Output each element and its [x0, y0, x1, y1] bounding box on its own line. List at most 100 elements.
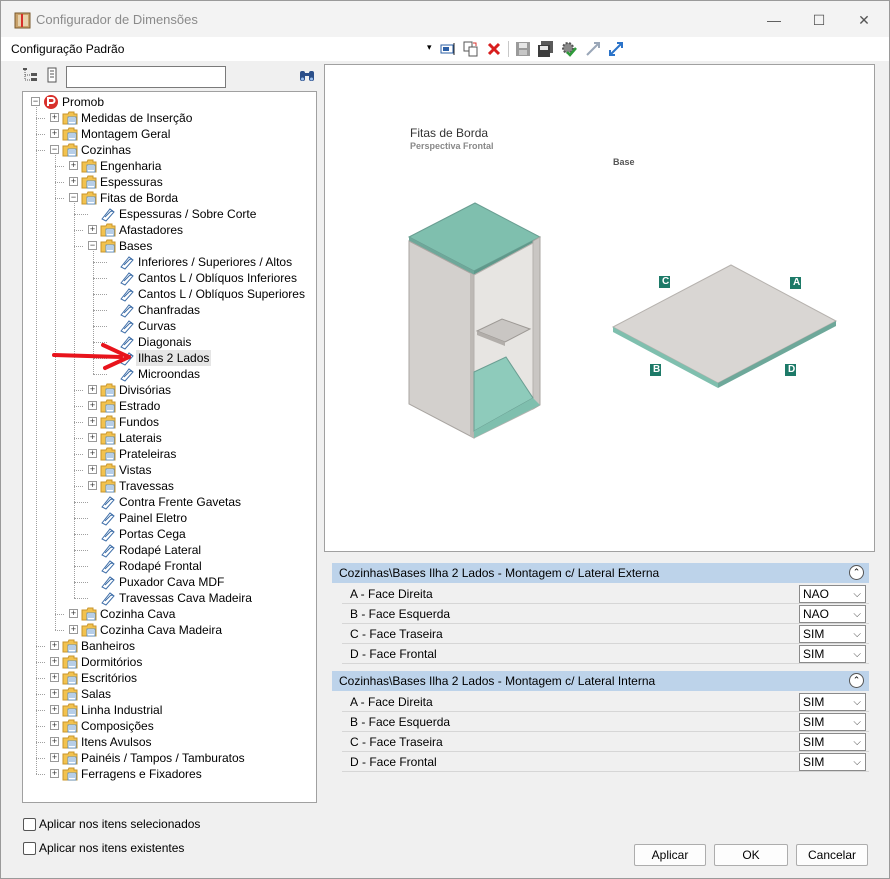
- tree-item[interactable]: + Itens Avulsos: [23, 734, 313, 750]
- tree-item[interactable]: Contra Frente Gavetas: [23, 494, 313, 510]
- tree-item[interactable]: Rodapé Lateral: [23, 542, 313, 558]
- tree-item[interactable]: + Espessuras: [23, 174, 313, 190]
- property-value-select[interactable]: NAO ⌵: [799, 605, 866, 623]
- tree-item[interactable]: + Estrado: [23, 398, 313, 414]
- tree-item[interactable]: + Dormitórios: [23, 654, 313, 670]
- tree-item[interactable]: Rodapé Frontal: [23, 558, 313, 574]
- tree-item[interactable]: + Divisórias: [23, 382, 313, 398]
- tree-search-input[interactable]: [66, 66, 226, 88]
- apply-button[interactable]: Aplicar: [634, 844, 706, 866]
- expand-node-icon[interactable]: +: [50, 721, 59, 730]
- expand-node-icon[interactable]: +: [50, 753, 59, 762]
- rename-icon[interactable]: [439, 40, 457, 58]
- tree-item[interactable]: Painel Eletro: [23, 510, 313, 526]
- tree-item[interactable]: + Cozinha Cava Madeira: [23, 622, 313, 638]
- delete-icon[interactable]: [485, 40, 503, 58]
- tree-item[interactable]: + Engenharia: [23, 158, 313, 174]
- expand-node-icon[interactable]: +: [50, 705, 59, 714]
- ok-button[interactable]: OK: [714, 844, 788, 866]
- apply-selected-checkbox[interactable]: [23, 818, 36, 831]
- expand-node-icon[interactable]: +: [69, 609, 78, 618]
- tree-item[interactable]: Travessas Cava Madeira: [23, 590, 313, 606]
- settings-check-icon[interactable]: [560, 40, 578, 58]
- config-select[interactable]: Configuração Padrão: [11, 42, 124, 56]
- property-value-select[interactable]: SIM ⌵: [799, 713, 866, 731]
- property-value-select[interactable]: SIM ⌵: [799, 693, 866, 711]
- property-value-select[interactable]: SIM ⌵: [799, 753, 866, 771]
- category-tree[interactable]: − Promob + Medidas de Inserção + Montagem Ger…: [22, 91, 317, 803]
- collapse-section-icon[interactable]: ⌃: [849, 565, 864, 580]
- save-all-icon[interactable]: [537, 40, 555, 58]
- tree-item[interactable]: − Bases: [23, 238, 313, 254]
- expand-node-icon[interactable]: +: [50, 657, 59, 666]
- binoculars-icon[interactable]: [299, 69, 315, 83]
- tree-item[interactable]: Portas Cega: [23, 526, 313, 542]
- tree-item[interactable]: Cantos L / Oblíquos Superiores: [23, 286, 313, 302]
- save-icon[interactable]: [514, 40, 532, 58]
- property-value-select[interactable]: SIM ⌵: [799, 733, 866, 751]
- property-value-select[interactable]: NAO ⌵: [799, 585, 866, 603]
- expand-node-icon[interactable]: +: [69, 625, 78, 634]
- expand-node-icon[interactable]: +: [88, 225, 97, 234]
- tree-item[interactable]: + Painéis / Tampos / Tamburatos: [23, 750, 313, 766]
- expand-node-icon[interactable]: +: [88, 401, 97, 410]
- collapse-node-icon[interactable]: −: [50, 145, 59, 154]
- collapse-node-icon[interactable]: −: [88, 241, 97, 250]
- collapse-section-icon[interactable]: ⌃: [849, 673, 864, 688]
- tree-item[interactable]: Inferiores / Superiores / Altos: [23, 254, 313, 270]
- tree-item[interactable]: + Travessas: [23, 478, 313, 494]
- tree-item[interactable]: + Linha Industrial: [23, 702, 313, 718]
- tree-item[interactable]: + Medidas de Inserção: [23, 110, 313, 126]
- minimize-button[interactable]: —: [759, 9, 789, 31]
- tree-item[interactable]: + Afastadores: [23, 222, 313, 238]
- expand-node-icon[interactable]: +: [50, 673, 59, 682]
- tree-item[interactable]: + Cozinha Cava: [23, 606, 313, 622]
- expand-node-icon[interactable]: +: [50, 641, 59, 650]
- expand-node-icon[interactable]: +: [50, 129, 59, 138]
- collapse-node-icon[interactable]: −: [31, 97, 40, 106]
- tree-item[interactable]: + Escritórios: [23, 670, 313, 686]
- tree-item[interactable]: + Vistas: [23, 462, 313, 478]
- section-header[interactable]: Cozinhas\Bases Ilha 2 Lados - Montagem c…: [332, 563, 869, 583]
- tree-item[interactable]: + Composições: [23, 718, 313, 734]
- tree-item[interactable]: − Cozinhas: [23, 142, 313, 158]
- tree-item[interactable]: + Prateleiras: [23, 446, 313, 462]
- close-button[interactable]: ✕: [849, 9, 879, 31]
- tree-item[interactable]: Cantos L / Oblíquos Inferiores: [23, 270, 313, 286]
- chevron-down-icon[interactable]: ▾: [427, 42, 432, 53]
- expand-icon[interactable]: [607, 40, 625, 58]
- expand-node-icon[interactable]: +: [50, 737, 59, 746]
- expand-node-icon[interactable]: +: [88, 481, 97, 490]
- expand-node-icon[interactable]: +: [88, 417, 97, 426]
- tree-item[interactable]: + Laterais: [23, 430, 313, 446]
- expand-node-icon[interactable]: +: [50, 113, 59, 122]
- tree-list-icon[interactable]: [46, 67, 58, 83]
- tree-item[interactable]: Curvas: [23, 318, 313, 334]
- property-value-select[interactable]: SIM ⌵: [799, 645, 866, 663]
- expand-node-icon[interactable]: +: [50, 689, 59, 698]
- tree-expand-all-icon[interactable]: [22, 67, 38, 83]
- property-value-select[interactable]: SIM ⌵: [799, 625, 866, 643]
- apply-existing-checkbox[interactable]: [23, 842, 36, 855]
- collapse-node-icon[interactable]: −: [69, 193, 78, 202]
- expand-node-icon[interactable]: +: [69, 177, 78, 186]
- expand-node-icon[interactable]: +: [69, 161, 78, 170]
- tree-item[interactable]: − Promob: [23, 94, 313, 110]
- tree-item[interactable]: + Salas: [23, 686, 313, 702]
- copy-icon[interactable]: [462, 40, 480, 58]
- expand-node-icon[interactable]: +: [50, 769, 59, 778]
- tree-item[interactable]: Espessuras / Sobre Corte: [23, 206, 313, 222]
- section-header[interactable]: Cozinhas\Bases Ilha 2 Lados - Montagem c…: [332, 671, 869, 691]
- expand-node-icon[interactable]: +: [88, 385, 97, 394]
- expand-node-icon[interactable]: +: [88, 465, 97, 474]
- tree-item[interactable]: + Ferragens e Fixadores: [23, 766, 313, 782]
- tree-item[interactable]: + Montagem Geral: [23, 126, 313, 142]
- maximize-button[interactable]: ☐: [804, 9, 834, 31]
- tree-item[interactable]: − Fitas de Borda: [23, 190, 313, 206]
- cancel-button[interactable]: Cancelar: [796, 844, 868, 866]
- tree-item[interactable]: Chanfradas: [23, 302, 313, 318]
- tree-item[interactable]: Puxador Cava MDF: [23, 574, 313, 590]
- tree-item[interactable]: + Fundos: [23, 414, 313, 430]
- tree-item[interactable]: + Banheiros: [23, 638, 313, 654]
- expand-node-icon[interactable]: +: [88, 433, 97, 442]
